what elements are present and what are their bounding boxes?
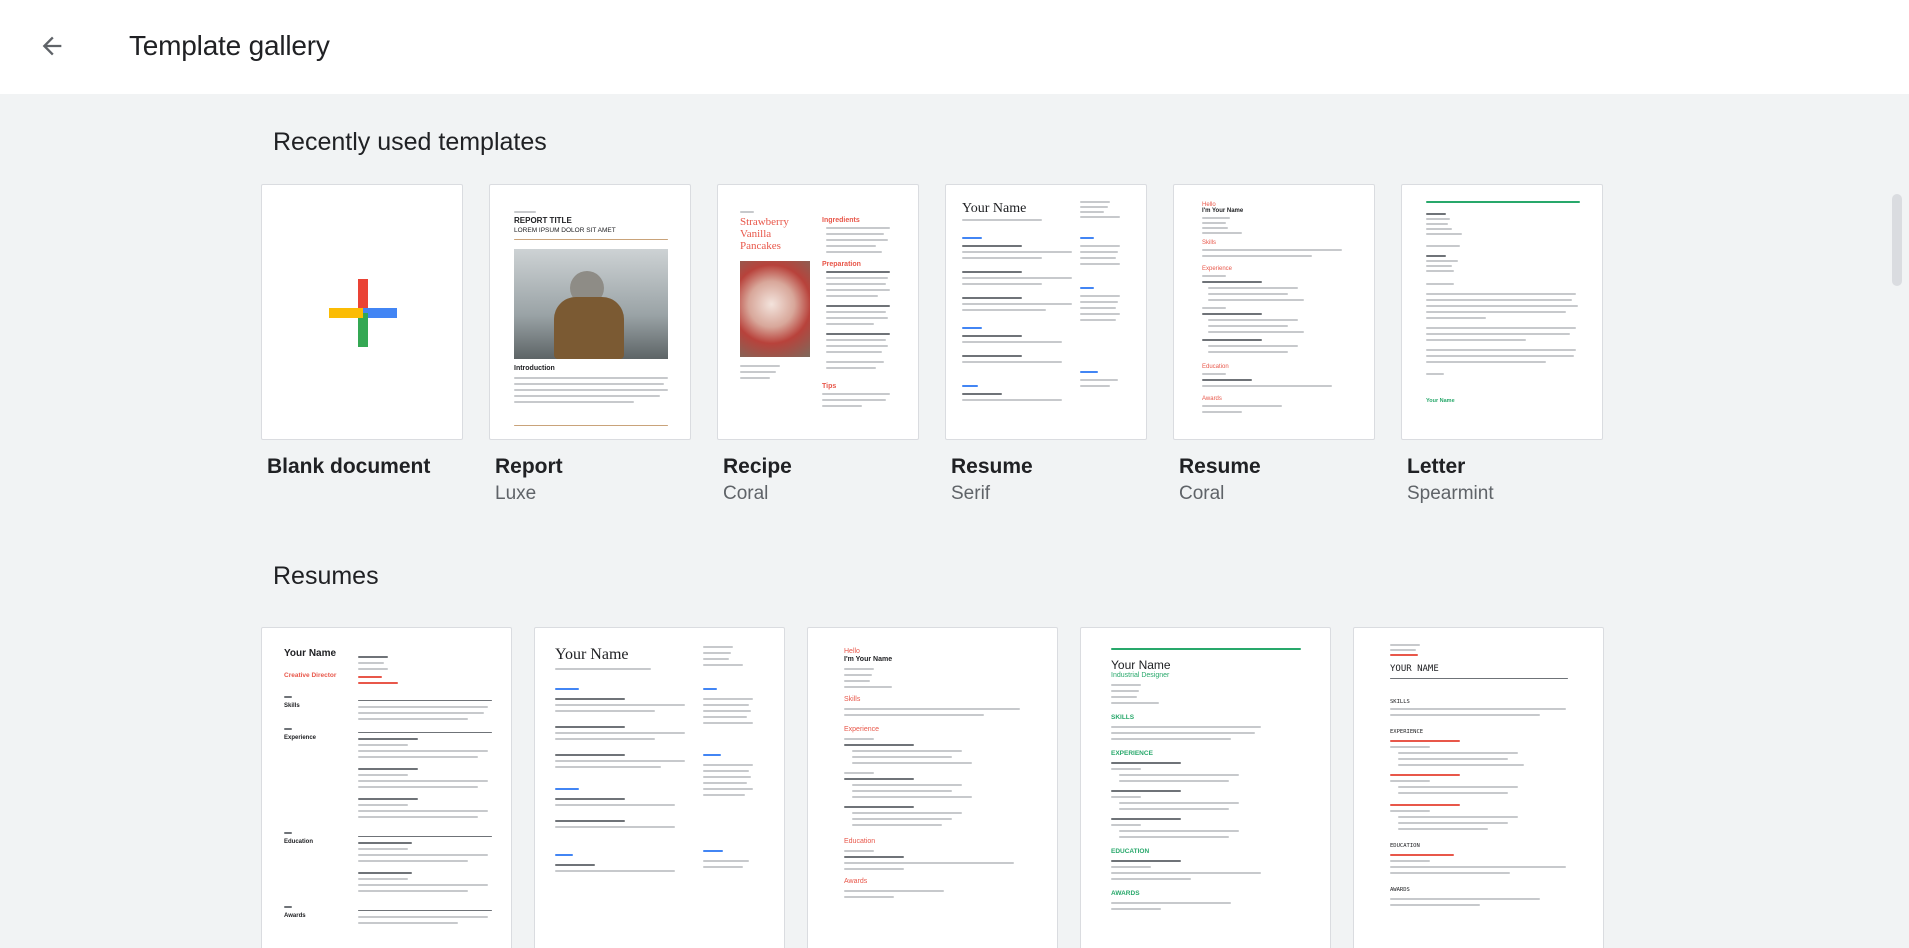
report-heading-text: Introduction	[514, 365, 555, 372]
section-title-resumes: Resumes	[273, 562, 379, 590]
scrollbar-thumb[interactable]	[1892, 194, 1902, 286]
template-thumbnail: Your Name	[534, 627, 785, 948]
resume-skills-text: SKILLS	[1111, 714, 1135, 721]
resume-awards-text: AWARDS	[1111, 890, 1140, 897]
resume-awards-text: Awards	[1202, 396, 1222, 402]
page-title: Template gallery	[129, 30, 330, 61]
arrow-back-icon	[42, 36, 62, 56]
template-name: Blank document	[267, 455, 431, 478]
template-name: Recipe	[723, 455, 792, 478]
resume-role-text: Creative Director	[284, 672, 337, 679]
recipe-preparation-text: Preparation	[822, 261, 861, 268]
resume-education-text: Education	[284, 839, 314, 845]
resume-name-text: YOUR NAME	[1390, 664, 1439, 674]
template-card-resume-coral[interactable]: Hello I'm Your Name Skills Experience Ed…	[1173, 184, 1375, 514]
resume-education-text: EDUCATION	[1390, 843, 1420, 849]
template-thumbnail: Hello I'm Your Name Skills Experience Ed…	[1173, 184, 1375, 440]
template-card-resume[interactable]: Your Name Industrial Designer SKILLS EXP…	[1080, 627, 1331, 948]
template-name: Letter	[1407, 455, 1466, 478]
app-header: Template gallery	[0, 0, 1909, 94]
template-card-resume-serif[interactable]: Your Name Resume Serif	[945, 184, 1147, 514]
report-title-text: REPORT TITLE	[514, 216, 572, 225]
template-name: Resume	[951, 455, 1033, 478]
template-thumbnail: Your Name	[1401, 184, 1603, 440]
resume-skills-text: Skills	[284, 703, 300, 709]
template-name: Report	[495, 455, 563, 478]
template-card-recipe-coral[interactable]: Strawberry Vanilla Pancakes Ingredients …	[717, 184, 919, 514]
resume-role-text: Industrial Designer	[1111, 672, 1170, 679]
resume-education-text: Education	[844, 838, 876, 845]
resume-awards-text: Awards	[844, 878, 868, 885]
template-style: Spearmint	[1407, 483, 1494, 504]
template-thumbnail: Your Name Creative Director Skills Exper…	[261, 627, 512, 948]
plus-icon	[329, 279, 397, 347]
resume-experience-text: EXPERIENCE	[1111, 750, 1153, 757]
template-style: Coral	[1179, 483, 1225, 504]
resume-experience-text: Experience	[1202, 266, 1233, 272]
resume-greeting-text: Hello	[844, 648, 860, 655]
resume-awards-text: AWARDS	[1390, 887, 1410, 893]
resume-awards-text: Awards	[284, 913, 306, 919]
resume-name-text: Your Name	[962, 201, 1027, 216]
template-name: Resume	[1179, 455, 1261, 478]
resume-skills-text: SKILLS	[1390, 699, 1410, 705]
resume-name-text: Your Name	[555, 646, 629, 663]
template-card-resume[interactable]: Your Name	[534, 627, 785, 948]
resume-name-text: Your Name	[1111, 658, 1171, 672]
resume-name-text: I'm Your Name	[844, 656, 893, 663]
resume-education-text: Education	[1202, 364, 1229, 370]
gallery-content: Recently used templates Blank document R…	[0, 94, 1909, 948]
recipe-tips-text: Tips	[822, 383, 837, 390]
recipe-title-text: Strawberry Vanilla Pancakes	[740, 216, 789, 252]
resume-experience-text: Experience	[844, 726, 880, 733]
section-title-recent: Recently used templates	[273, 128, 547, 156]
recipe-ingredients-text: Ingredients	[822, 217, 860, 224]
recipe-photo	[740, 261, 810, 357]
template-style: Luxe	[495, 483, 537, 504]
template-card-resume[interactable]: Your Name Creative Director Skills Exper…	[261, 627, 512, 948]
resume-skills-text: Skills	[844, 696, 861, 703]
template-style: Coral	[723, 483, 769, 504]
report-subtitle-text: LOREM IPSUM DOLOR SIT AMET	[514, 227, 616, 234]
resume-name-text: I'm Your Name	[1202, 208, 1244, 214]
template-card-report-luxe[interactable]: REPORT TITLE LOREM IPSUM DOLOR SIT AMET …	[489, 184, 691, 514]
template-thumbnail: Strawberry Vanilla Pancakes Ingredients …	[717, 184, 919, 440]
resume-experience-text: Experience	[284, 735, 317, 741]
template-card-resume[interactable]: Hello I'm Your Name Skills Experience Ed…	[807, 627, 1058, 948]
resume-education-text: EDUCATION	[1111, 848, 1150, 855]
template-thumbnail: Your Name Industrial Designer SKILLS EXP…	[1080, 627, 1331, 948]
template-thumbnail	[261, 184, 463, 440]
template-card-letter-spearmint[interactable]: Your Name Letter Spearmint	[1401, 184, 1603, 514]
template-thumbnail: REPORT TITLE LOREM IPSUM DOLOR SIT AMET …	[489, 184, 691, 440]
template-thumbnail: Hello I'm Your Name Skills Experience Ed…	[807, 627, 1058, 948]
letter-signature-text: Your Name	[1426, 398, 1455, 404]
template-style: Serif	[951, 483, 991, 504]
report-photo	[514, 249, 668, 359]
template-card-resume[interactable]: YOUR NAME SKILLS EXPERIENCE EDUCATION AW…	[1353, 627, 1604, 948]
resume-experience-text: EXPERIENCE	[1390, 729, 1424, 735]
template-thumbnail: YOUR NAME SKILLS EXPERIENCE EDUCATION AW…	[1353, 627, 1604, 948]
back-button[interactable]	[30, 24, 74, 68]
template-thumbnail: Your Name	[945, 184, 1147, 440]
resume-skills-text: Skills	[1202, 240, 1217, 246]
template-card-blank[interactable]: Blank document	[261, 184, 463, 514]
resume-name-text: Your Name	[284, 648, 337, 659]
